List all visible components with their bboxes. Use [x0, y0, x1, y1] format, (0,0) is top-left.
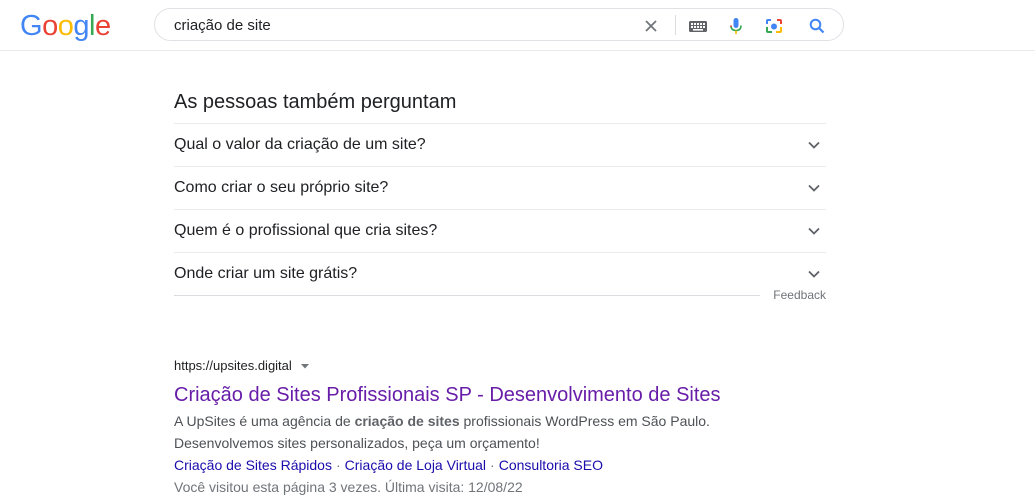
- people-also-ask: As pessoas também perguntam Qual o valor…: [174, 88, 826, 325]
- paa-title: As pessoas também perguntam: [174, 91, 457, 113]
- paa-question-text: Onde criar um site grátis?: [174, 265, 358, 282]
- logo-letter: o: [42, 10, 58, 42]
- result-title-link[interactable]: Criação de Sites Profissionais SP - Dese…: [174, 382, 721, 408]
- sitelinks: Criação de Sites Rápidos · Criação de Loja…: [174, 454, 834, 476]
- sitelink[interactable]: Criação de Loja Virtual: [345, 457, 486, 473]
- microphone-icon[interactable]: [726, 16, 746, 36]
- separator-dot: ·: [335, 456, 341, 473]
- chevron-down-icon[interactable]: [806, 137, 822, 153]
- logo-letter: g: [73, 10, 89, 42]
- search-result: https://upsites.digital Criação de Sites…: [174, 356, 834, 498]
- feedback-link[interactable]: Feedback: [773, 288, 826, 302]
- separator-dot: ·: [490, 456, 495, 473]
- paa-question-text: Quem é o profissional que cria sites?: [174, 222, 438, 239]
- paa-question[interactable]: Onde criar um site grátis?: [174, 252, 826, 295]
- google-logo[interactable]: Google: [20, 11, 111, 41]
- snippet-text: Desenvolvemos sites personalizados, peça…: [174, 434, 540, 451]
- clear-icon[interactable]: [641, 16, 661, 36]
- search-input[interactable]: [174, 15, 634, 35]
- result-snippet: A UpSites é uma agência de criação de si…: [174, 410, 834, 454]
- chevron-down-icon[interactable]: [806, 223, 822, 239]
- paa-question[interactable]: Quem é o profissional que cria sites?: [174, 209, 826, 252]
- snippet-bold: criação de sites: [354, 412, 460, 429]
- paa-question-text: Qual o valor da criação de um site?: [174, 136, 426, 153]
- caret-down-icon[interactable]: [300, 357, 310, 377]
- chevron-down-icon[interactable]: [806, 266, 822, 282]
- search-box: [154, 8, 844, 41]
- visited-info: Você visitou esta página 3 vezes. Última…: [174, 478, 523, 495]
- logo-letter: o: [57, 10, 74, 42]
- result-url-row: https://upsites.digital: [174, 356, 834, 377]
- keyboard-icon[interactable]: [688, 16, 708, 36]
- chevron-down-icon[interactable]: [806, 180, 822, 196]
- divider: [174, 295, 760, 296]
- camera-icon[interactable]: [764, 16, 784, 36]
- paa-question[interactable]: Como criar o seu próprio site?: [174, 166, 826, 209]
- paa-footer: Feedback: [174, 288, 826, 325]
- result-url[interactable]: https://upsites.digital: [174, 358, 292, 373]
- search-divider: [675, 15, 676, 35]
- sitelink[interactable]: Criação de Sites Rápidos: [174, 457, 332, 473]
- snippet-text: profissionais WordPress em São Paulo.: [459, 412, 710, 429]
- logo-letter: e: [94, 10, 111, 42]
- paa-question-text: Como criar o seu próprio site?: [174, 179, 389, 196]
- logo-letter: G: [20, 10, 43, 42]
- paa-question[interactable]: Qual o valor da criação de um site?: [174, 123, 826, 166]
- search-icon[interactable]: [807, 16, 827, 36]
- snippet-text: A UpSites é uma agência de: [174, 412, 355, 429]
- header: Google: [0, 0, 1035, 51]
- sitelink[interactable]: Consultoria SEO: [499, 457, 603, 473]
